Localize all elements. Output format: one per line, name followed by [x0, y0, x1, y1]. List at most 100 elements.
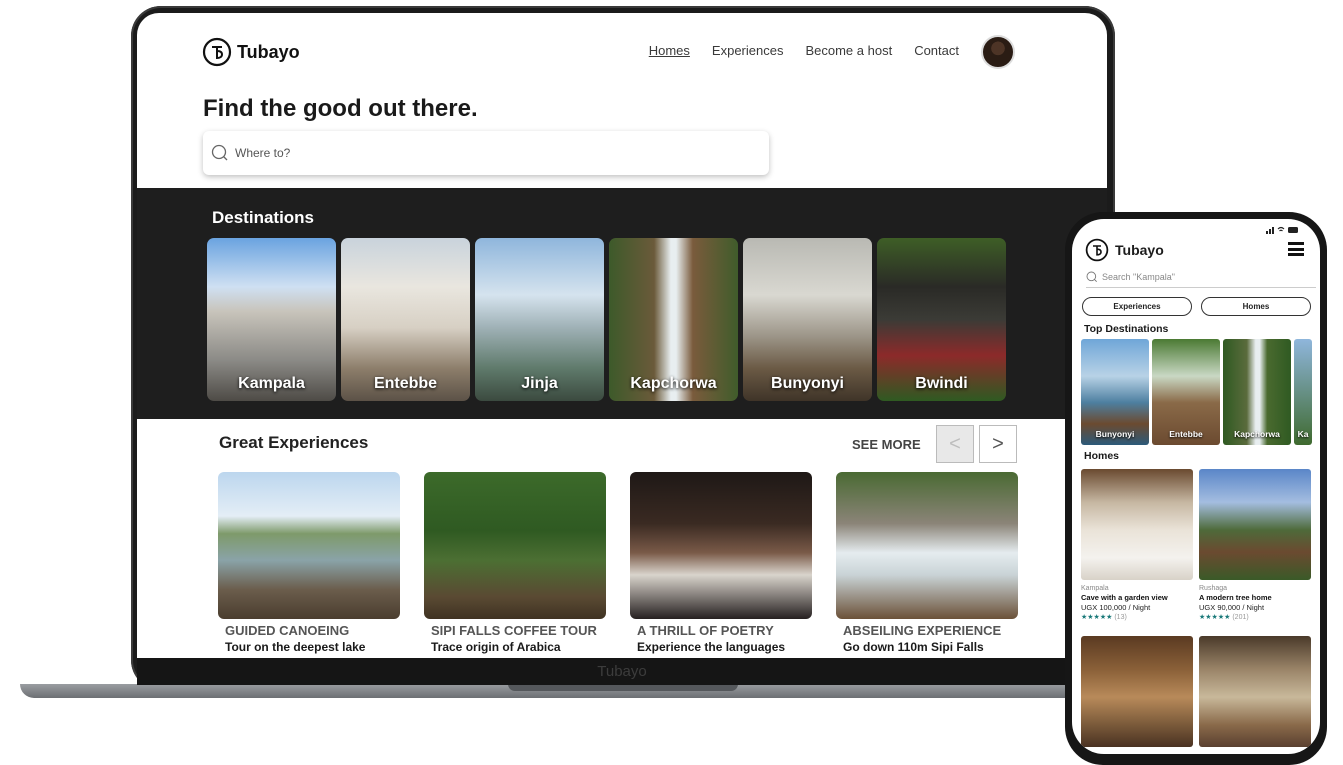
mobile-destination-card[interactable]: Kapchorwa [1223, 339, 1291, 445]
destinations-row: Kampala Entebbe Jinja Kapchorwa Bunyonyi… [207, 238, 1006, 401]
experience-card[interactable]: ABSEILING EXPERIENCE Go down 110m Sipi F… [836, 472, 1018, 654]
experience-subtitle: Experience the languages [637, 640, 786, 654]
destination-label: Jinja [521, 375, 558, 392]
experience-name: ABSEILING EXPERIENCE [843, 623, 1002, 638]
top-destinations-title: Top Destinations [1084, 323, 1169, 335]
avatar[interactable] [981, 35, 1015, 69]
destination-label: Ka [1297, 429, 1309, 439]
experience-card[interactable]: GUIDED CANOEING Tour on the deepest lake [218, 472, 400, 654]
home-image [1199, 469, 1311, 580]
brand-name: Tubayo [237, 41, 300, 62]
home-card[interactable]: Kampala Cave with a garden view UGX 100,… [1081, 469, 1193, 621]
destination-card-bunyonyi[interactable]: Bunyonyi [743, 238, 872, 401]
destination-label: Entebbe [1169, 429, 1203, 439]
next-arrow-button[interactable]: > [979, 425, 1017, 463]
mobile-tabs: Experiences Homes [1082, 297, 1311, 316]
experience-subtitle: Tour on the deepest lake [225, 640, 366, 654]
nav-link-become-host[interactable]: Become a host [805, 43, 892, 58]
home-price: UGX 100,000 / Night [1081, 603, 1151, 612]
experience-subtitle: Go down 110m Sipi Falls [843, 640, 984, 654]
search-input[interactable]: Where to? [203, 131, 769, 175]
mobile-search-placeholder: Search "Kampala" [1102, 272, 1175, 282]
experience-card[interactable]: SIPI FALLS COFFEE TOUR Trace origin of A… [424, 472, 606, 654]
experiences-title: Great Experiences [219, 433, 369, 452]
experience-subtitle: Trace origin of Arabica [431, 640, 561, 654]
destination-card-bwindi[interactable]: Bwindi [877, 238, 1006, 401]
destinations-title: Destinations [212, 208, 315, 227]
home-rating: ★★★★★ (201) [1199, 613, 1311, 621]
status-bar [1266, 225, 1300, 236]
destinations-section: Destinations Kampala Entebbe Jinja Kapch… [137, 188, 1107, 419]
hamburger-menu-icon[interactable] [1288, 242, 1304, 256]
tab-homes[interactable]: Homes [1201, 297, 1311, 316]
search-icon [211, 144, 228, 161]
experience-card[interactable]: A THRILL OF POETRY Experience the langua… [630, 472, 812, 654]
star-icon: ★★★★★ [1199, 614, 1231, 621]
destination-card-kampala[interactable]: Kampala [207, 238, 336, 401]
search-icon [1086, 271, 1097, 282]
destination-label: Entebbe [373, 375, 438, 392]
mobile-destinations-row: Bunyonyi Entebbe Kapchorwa Ka [1081, 339, 1312, 445]
home-image [1081, 636, 1193, 747]
tubayo-logo-icon [1085, 238, 1109, 262]
homes-title: Homes [1084, 450, 1120, 462]
experiences-row: GUIDED CANOEING Tour on the deepest lake… [218, 472, 1018, 654]
see-more-link[interactable]: SEE MORE [852, 437, 921, 452]
home-image [1081, 469, 1193, 580]
home-reviews: (201) [1232, 614, 1249, 621]
mobile-destination-card[interactable]: Entebbe [1152, 339, 1220, 445]
destination-card-entebbe[interactable]: Entebbe [341, 238, 470, 401]
mobile-logo[interactable]: Tubayo [1085, 238, 1164, 262]
star-icon: ★★★★★ [1081, 614, 1113, 621]
tab-experiences[interactable]: Experiences [1082, 297, 1192, 316]
destination-label: Kampala [238, 375, 305, 392]
logo[interactable]: Tubayo [202, 37, 300, 67]
home-image [1199, 636, 1311, 747]
experience-image [424, 472, 606, 619]
laptop-screen: Tubayo Homes Experiences Become a host C… [137, 13, 1107, 685]
home-reviews: (13) [1114, 614, 1127, 621]
top-nav: Tubayo Homes Experiences Become a host C… [137, 13, 1107, 91]
experience-name: A THRILL OF POETRY [637, 623, 774, 638]
search-placeholder: Where to? [235, 146, 291, 160]
home-price: UGX 90,000 / Night [1199, 603, 1265, 612]
mobile-homes-row-2 [1081, 636, 1311, 747]
phone-screen: Tubayo Search "Kampala" Experiences Home… [1072, 219, 1320, 754]
signal-icon [1266, 226, 1298, 234]
home-name: Cave with a garden view [1081, 593, 1168, 602]
home-card[interactable]: Rushaga A modern tree home UGX 90,000 / … [1199, 469, 1311, 621]
mobile-search-input[interactable]: Search "Kampala" [1086, 271, 1316, 288]
laptop-brand-label: Tubayo [597, 663, 647, 680]
experience-image [836, 472, 1018, 619]
mobile-destination-card[interactable]: Ka [1294, 339, 1312, 445]
prev-arrow-button[interactable]: < [936, 425, 974, 463]
page-title: Find the good out there. [203, 95, 478, 122]
experience-name: SIPI FALLS COFFEE TOUR [431, 623, 597, 638]
nav-link-homes[interactable]: Homes [649, 43, 690, 58]
destination-label: Kapchorwa [1234, 429, 1280, 439]
home-location: Rushaga [1199, 585, 1228, 592]
laptop-bottom-bar: Tubayo [137, 658, 1107, 685]
destination-label: Kapchorwa [630, 375, 717, 392]
experience-image [630, 472, 812, 619]
mobile-brand-name: Tubayo [1115, 242, 1164, 258]
nav-link-contact[interactable]: Contact [914, 43, 959, 58]
home-name: A modern tree home [1199, 593, 1272, 602]
destination-label: Bunyonyi [771, 375, 844, 392]
laptop-notch [508, 684, 738, 691]
home-card[interactable] [1199, 636, 1311, 747]
chevron-left-icon: < [949, 432, 961, 455]
destination-card-kapchorwa[interactable]: Kapchorwa [609, 238, 738, 401]
chevron-right-icon: > [992, 432, 1004, 455]
mobile-destination-card[interactable]: Bunyonyi [1081, 339, 1149, 445]
destination-label: Bwindi [915, 375, 968, 392]
nav-link-experiences[interactable]: Experiences [712, 43, 784, 58]
home-location: Kampala [1081, 585, 1109, 592]
destination-label: Bunyonyi [1095, 429, 1135, 439]
home-card[interactable] [1081, 636, 1193, 747]
experience-image [218, 472, 400, 619]
mobile-homes-row: Kampala Cave with a garden view UGX 100,… [1081, 469, 1311, 621]
destination-card-jinja[interactable]: Jinja [475, 238, 604, 401]
home-rating: ★★★★★ (13) [1081, 613, 1193, 621]
nav-links: Homes Experiences Become a host Contact [649, 43, 959, 58]
